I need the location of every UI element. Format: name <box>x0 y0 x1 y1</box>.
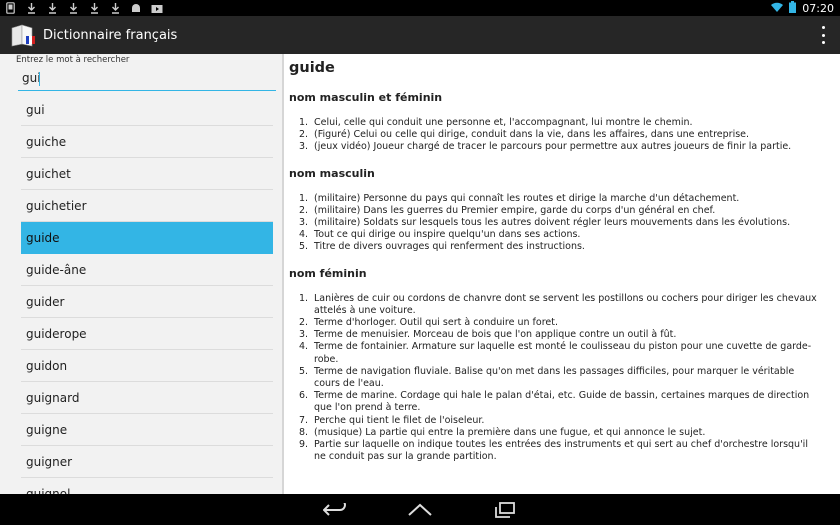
definition-item: 4. Tout ce qui dirige ou inspire quelqu'u… <box>299 229 581 241</box>
word-list-item[interactable]: guigner <box>21 446 273 478</box>
definition-text: Lanières de cuir ou cordons de chanvre d… <box>314 292 817 316</box>
phone-icon <box>4 1 16 15</box>
action-bar: Dictionnaire français <box>0 16 840 54</box>
clock: 07:20 <box>802 1 834 15</box>
word-list-item[interactable]: guichet <box>21 158 273 190</box>
word-list-pane: Entrez le mot à rechercher guiguicheguic… <box>0 54 282 494</box>
word-list-item[interactable]: guichetier <box>21 190 273 222</box>
definition-item: 1. Celui, celle qui conduit une personne … <box>299 117 693 128</box>
definition-list: 1. Celui, celle qui conduit une personne … <box>289 117 830 154</box>
search-input[interactable] <box>22 71 262 85</box>
recent-apps-icon[interactable] <box>490 500 520 520</box>
word-list-item[interactable]: guiderope <box>21 318 273 350</box>
definition-text: (militaire) Soldats sur lesquels tous le… <box>314 217 791 229</box>
section-title: nom masculin et féminin <box>289 91 443 104</box>
word-list-item[interactable]: guider <box>21 286 273 318</box>
definition-item: 6. Terme de marine. Cordage qui hale le p… <box>299 390 810 414</box>
definition-text: Partie sur laquelle on indique toutes le… <box>314 439 808 463</box>
download-icon <box>88 1 100 15</box>
word-list-item[interactable]: guiche <box>21 126 273 158</box>
word-list-item[interactable]: guignard <box>21 382 273 414</box>
definition-item: 8. (musique) La partie qui entre la premi… <box>299 426 706 438</box>
definition-item: 3. (jeux vidéo) Joueur chargé de tracer l… <box>299 141 792 153</box>
definition-item: 3. Terme de menuisier. Morceau de bois qu… <box>299 329 677 341</box>
definition-text: Terme de navigation fluviale. Balise qu'… <box>314 365 795 390</box>
app-title: Dictionnaire français <box>43 27 178 43</box>
play-store-icon <box>151 1 163 15</box>
word-list-item[interactable]: gui <box>21 94 273 126</box>
definition-item: 5. Terme de navigation fluviale. Balise q… <box>299 365 795 390</box>
definition-text: Titre de divers ouvrages qui renferment … <box>314 241 585 253</box>
status-right: 07:20 <box>771 0 834 16</box>
definition-text: Terme de fontainier. Armature sur laquel… <box>314 341 812 365</box>
section-title: nom masculin <box>289 166 375 180</box>
word-list-item[interactable]: guigne <box>21 414 273 446</box>
definition-text: Terme de marine. Cordage qui hale le pal… <box>314 390 810 414</box>
battery-icon <box>789 0 797 16</box>
definition-text: Terme d'horloger. Outil qui sert à condu… <box>314 317 559 329</box>
definition-item: 2. Terme d'horloger. Outil qui sert à con… <box>299 317 559 329</box>
navigation-bar <box>0 494 840 525</box>
section-title: nom féminin <box>289 266 367 280</box>
definition-text: Terme de menuisier. Morceau de bois que … <box>314 329 677 341</box>
definition-sections: nom masculin et féminin 1. Celui, celle qu… <box>289 91 830 463</box>
wifi-icon <box>771 2 784 15</box>
definition-item: 1. (militaire) Personne du pays qui conna… <box>299 192 740 204</box>
definition-text: (musique) La partie qui entre la premièr… <box>314 426 706 438</box>
search-field[interactable] <box>18 69 276 91</box>
text-caret <box>39 72 40 86</box>
definition-item: 9. Partie sur laquelle on indique toutes … <box>299 439 808 463</box>
download-icon <box>46 1 58 15</box>
definition-item: 2. (Figuré) Celui ou celle qui dirige, co… <box>299 129 750 141</box>
definition-item: 7. Perche qui tient le filet de l'oiseleu… <box>299 414 485 426</box>
definition-text: (militaire) Personne du pays qui connaît… <box>314 192 740 204</box>
definition-text: Perche qui tient le filet de l'oiseleur. <box>314 414 485 426</box>
word-list-item[interactable]: guignol <box>21 478 273 495</box>
word-list-item[interactable]: guide <box>21 222 273 254</box>
headword: guide <box>289 60 335 76</box>
definition-text: (militaire) Dans les guerres du Premier … <box>314 204 716 216</box>
definition-item: 4. Terme de fontainier. Armature sur laqu… <box>299 341 812 365</box>
word-list-item[interactable]: guide-âne <box>21 254 273 286</box>
android-icon <box>130 1 142 15</box>
back-icon[interactable] <box>320 500 350 520</box>
download-icon <box>109 1 121 15</box>
notification-icons <box>4 0 163 16</box>
search-label: Entrez le mot à rechercher <box>16 55 130 65</box>
word-list: gui guiche guichet guichetier guide guide-âne… <box>21 94 273 494</box>
definition-item: 3. (militaire) Soldats sur lesquels tous … <box>299 217 791 229</box>
definition-item: 5. Titre de divers ouvrages qui renfermen… <box>299 241 585 253</box>
download-icon <box>67 1 79 15</box>
definition-item: 1. Lanières de cuir ou cordons de chanvre… <box>299 292 817 316</box>
definition-item: 2. (militaire) Dans les guerres du Premie… <box>299 204 716 216</box>
word-list-item[interactable]: guidon <box>21 350 273 382</box>
definition-text: (Figuré) Celui ou celle qui dirige, cond… <box>314 129 750 141</box>
definition-list: 1. Lanières de cuir ou cordons de chanvre… <box>289 293 830 464</box>
overflow-menu-icon[interactable] <box>820 26 826 44</box>
home-icon[interactable] <box>405 500 435 520</box>
definition-pane: guide nom masculin et féminin 1. Celui, ce… <box>284 54 840 494</box>
definition-text: Tout ce qui dirige ou inspire quelqu'un … <box>314 229 581 241</box>
definition-text: Celui, celle qui conduit une personne et… <box>314 117 693 128</box>
definition-list: 1. (militaire) Personne du pays qui conna… <box>289 193 830 254</box>
app-logo-icon[interactable] <box>10 22 36 48</box>
download-icon <box>25 1 37 15</box>
status-bar: 07:20 <box>0 0 840 16</box>
definition-text: (jeux vidéo) Joueur chargé de tracer le … <box>314 141 792 153</box>
